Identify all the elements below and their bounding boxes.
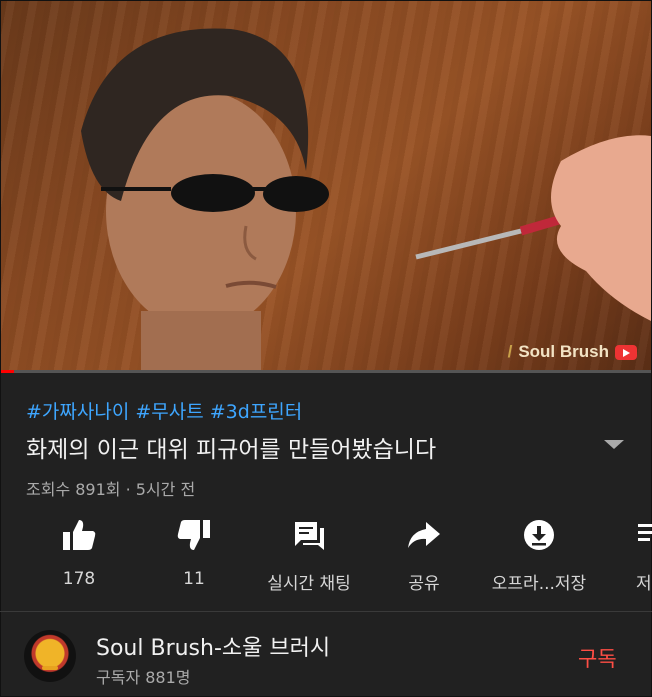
section-divider <box>0 611 652 612</box>
live-chat-icon <box>289 515 329 555</box>
expand-description-icon[interactable] <box>604 440 624 449</box>
subscriber-count: 구독자 881명 <box>96 668 191 687</box>
share-button[interactable]: 공유 <box>369 515 479 594</box>
thumbs-down-icon <box>174 515 214 555</box>
video-view-count-and-date: 조회수 891회 · 5시간 전 <box>26 480 196 499</box>
subscribe-button[interactable]: 구독 <box>578 643 617 673</box>
action-bar: 178 11 실시간 채팅 공유 오프라...저장 저 <box>0 515 652 595</box>
save-icon <box>636 515 652 555</box>
video-player[interactable]: / Soul Brush <box>1 1 651 372</box>
channel-avatar[interactable] <box>24 630 76 682</box>
download-icon <box>519 515 559 555</box>
live-chat-button[interactable]: 실시간 채팅 <box>254 515 364 594</box>
save-label: 저 <box>636 574 652 594</box>
video-progress-bar[interactable] <box>1 370 651 373</box>
live-chat-label: 실시간 채팅 <box>267 574 351 594</box>
video-progress-fill <box>1 370 14 373</box>
offline-save-label: 오프라...저장 <box>491 574 587 594</box>
save-to-playlist-button[interactable]: 저 <box>599 515 652 594</box>
watermark-slash: / <box>507 342 513 361</box>
channel-watermark: / Soul Brush <box>508 342 637 362</box>
youtube-logo-icon <box>615 344 637 360</box>
video-title: 화제의 이근 대위 피규어를 만들어봤습니다 <box>26 437 437 463</box>
share-icon <box>404 515 444 555</box>
video-frame-illustration <box>81 28 651 372</box>
video-hashtags[interactable]: #가짜사나이 #무사트 #3d프린터 <box>26 397 302 424</box>
channel-name[interactable]: Soul Brush-소울 브러시 <box>96 630 330 662</box>
dislike-button[interactable]: 11 <box>139 515 249 589</box>
like-count: 178 <box>62 569 96 589</box>
thumbs-up-icon <box>59 515 99 555</box>
share-label: 공유 <box>408 574 440 594</box>
watermark-text: Soul Brush <box>518 342 609 361</box>
offline-save-button[interactable]: 오프라...저장 <box>484 515 594 594</box>
dislike-count: 11 <box>183 569 205 589</box>
like-button[interactable]: 178 <box>24 515 134 589</box>
